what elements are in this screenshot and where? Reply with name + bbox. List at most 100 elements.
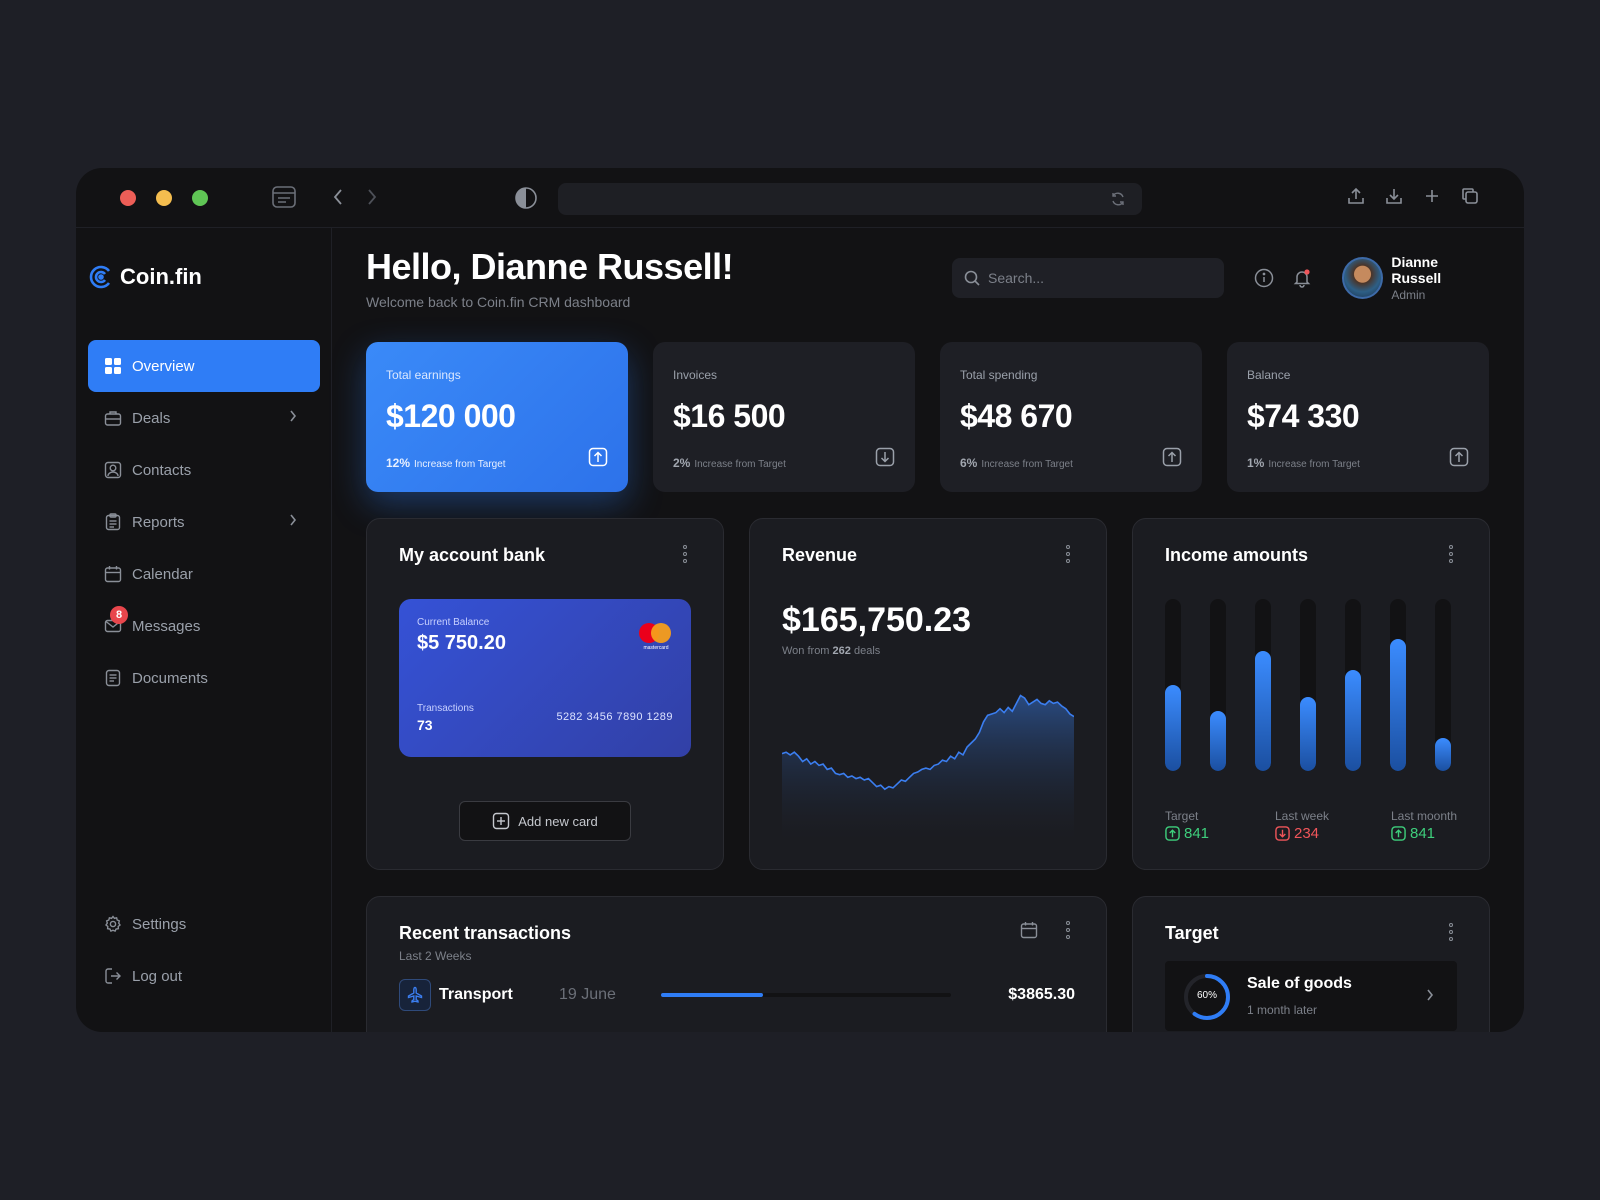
more-options-icon[interactable] — [683, 545, 687, 563]
share-icon[interactable] — [1346, 186, 1366, 206]
income-bar — [1255, 650, 1271, 771]
stat-value: $48 670 — [960, 398, 1073, 434]
more-options-icon[interactable] — [1066, 545, 1070, 563]
stat-note: Increase from Target — [1268, 459, 1360, 470]
sidebar-item-overview[interactable]: Overview — [88, 340, 320, 392]
search-box[interactable] — [952, 258, 1224, 298]
briefcase-icon — [102, 407, 124, 429]
arrow-up-box-icon[interactable] — [1162, 447, 1182, 472]
sidebar-item-label: Log out — [132, 967, 183, 985]
sidebar-item-label: Calendar — [132, 565, 193, 583]
more-options-icon[interactable] — [1449, 545, 1453, 563]
card-transactions-label: Transactions — [417, 703, 474, 714]
stat-value: $74 330 — [1247, 398, 1360, 434]
stat-note: Increase from Target — [414, 459, 506, 470]
plus-box-icon — [493, 812, 510, 830]
sidebar-item-calendar[interactable]: Calendar — [88, 548, 320, 600]
sidebar-item-label: Deals — [132, 409, 171, 427]
arrow-up-box-icon[interactable] — [1449, 447, 1469, 472]
page-subtitle: Welcome back to Coin.fin CRM dashboard — [366, 294, 631, 310]
revenue-area-chart — [782, 694, 1074, 839]
sidebar-item-contacts[interactable]: Contacts — [88, 444, 320, 496]
info-icon[interactable] — [1254, 268, 1274, 293]
maximize-window-button[interactable] — [192, 190, 208, 206]
sidebar-toggle-icon[interactable] — [272, 186, 296, 208]
sidebar-item-documents[interactable]: Documents — [88, 652, 320, 704]
income-bar-track — [1255, 599, 1271, 771]
add-card-button[interactable]: Add new card — [459, 801, 631, 841]
sidebar-item-deals[interactable]: Deals — [88, 392, 320, 444]
download-icon[interactable] — [1384, 186, 1404, 206]
target-panel: Target 60% Sale of goods 1 month later — [1132, 896, 1490, 1032]
address-bar[interactable] — [558, 183, 1142, 215]
chevron-right-icon[interactable] — [1425, 987, 1435, 1008]
arrow-up-box-icon[interactable] — [588, 447, 608, 472]
calendar-icon — [102, 563, 124, 585]
reload-icon[interactable] — [1110, 191, 1126, 212]
arrow-up-box-icon — [1391, 826, 1406, 841]
transaction-row[interactable]: Transport 19 June $3865.30 — [399, 979, 1075, 1013]
arrow-down-box-icon — [1275, 826, 1290, 841]
sidebar-item-label: Overview — [132, 357, 195, 375]
sidebar-item-logout[interactable]: Log out — [88, 950, 320, 1002]
document-icon — [102, 667, 124, 689]
panel-title: My account bank — [399, 545, 546, 565]
bell-icon[interactable] — [1292, 268, 1312, 293]
back-arrow-icon[interactable] — [332, 188, 344, 206]
calendar-icon[interactable] — [1020, 921, 1038, 944]
transaction-progress-fill — [661, 993, 763, 997]
target-when: 1 month later — [1247, 1003, 1318, 1017]
income-stat-target: Target 841 — [1165, 809, 1209, 842]
user-name: Dianne Russell — [1391, 254, 1442, 286]
stat-label: Total spending — [960, 368, 1038, 382]
card-brand: mastercard — [643, 645, 669, 651]
income-bar — [1210, 710, 1226, 771]
stat-card-balance[interactable]: Balance $74 330 1% Increase from Target — [1227, 342, 1489, 492]
app-window: Coin.fin Overview Deals Contacts Reports… — [76, 168, 1524, 1032]
stat-card-invoices[interactable]: Invoices $16 500 2% Increase from Target — [653, 342, 915, 492]
coin-logo-icon — [89, 265, 111, 289]
income-bar-track — [1210, 599, 1226, 771]
sidebar-item-settings[interactable]: Settings — [88, 898, 320, 950]
revenue-sub-suffix: deals — [853, 645, 881, 657]
panel-subtitle: Last 2 Weeks — [399, 949, 472, 963]
sidebar-item-reports[interactable]: Reports — [88, 496, 320, 548]
account-bank-panel: My account bank Current Balance $5 750.2… — [366, 518, 724, 870]
more-options-icon[interactable] — [1449, 923, 1453, 941]
user-profile[interactable]: Dianne Russell Admin — [1342, 254, 1490, 302]
minimize-window-button[interactable] — [156, 190, 172, 206]
card-transactions-count: 73 — [417, 717, 433, 733]
close-window-button[interactable] — [120, 190, 136, 206]
add-card-label: Add new card — [518, 813, 598, 829]
income-panel: Income amounts Target 841 Last week 234 … — [1132, 518, 1490, 870]
income-bar-track — [1390, 599, 1406, 771]
tabs-overview-icon[interactable] — [1460, 186, 1480, 206]
sidebar-item-label: Messages — [132, 617, 201, 635]
arrow-down-box-icon[interactable] — [875, 447, 895, 472]
more-options-icon[interactable] — [1066, 921, 1070, 939]
stat-note: Increase from Target — [981, 459, 1073, 470]
search-input[interactable] — [988, 270, 1208, 286]
chevron-right-icon — [288, 512, 298, 532]
page-title: Hello, Dianne Russell! — [366, 246, 734, 287]
theme-toggle-icon[interactable] — [514, 186, 538, 210]
income-stat-value: 234 — [1294, 825, 1320, 842]
new-tab-icon[interactable] — [1422, 186, 1442, 206]
revenue-value: $165,750.23 — [782, 601, 972, 639]
app-logo[interactable]: Coin.fin — [88, 264, 202, 290]
sidebar-item-messages[interactable]: 8 Messages — [88, 600, 320, 652]
income-stat-label: Last moonth — [1391, 809, 1458, 823]
panel-title: Revenue — [782, 545, 858, 565]
income-bar-track — [1345, 599, 1361, 771]
panel-title: Recent transactions — [399, 923, 572, 943]
bank-card[interactable]: Current Balance $5 750.20 mastercard Tra… — [399, 599, 691, 757]
transaction-name: Transport — [439, 986, 513, 1003]
income-bar-track — [1300, 599, 1316, 771]
income-stat-last-month: Last moonth 841 — [1391, 809, 1457, 842]
income-stat-label: Target — [1165, 809, 1199, 823]
stat-card-total-earnings[interactable]: Total earnings $120 000 12% Increase from… — [366, 342, 628, 492]
panel-title: Target — [1165, 923, 1219, 943]
target-item[interactable]: 60% Sale of goods 1 month later — [1165, 961, 1457, 1031]
forward-arrow-icon[interactable] — [366, 188, 378, 206]
stat-card-total-spending[interactable]: Total spending $48 670 6% Increase from T… — [940, 342, 1202, 492]
